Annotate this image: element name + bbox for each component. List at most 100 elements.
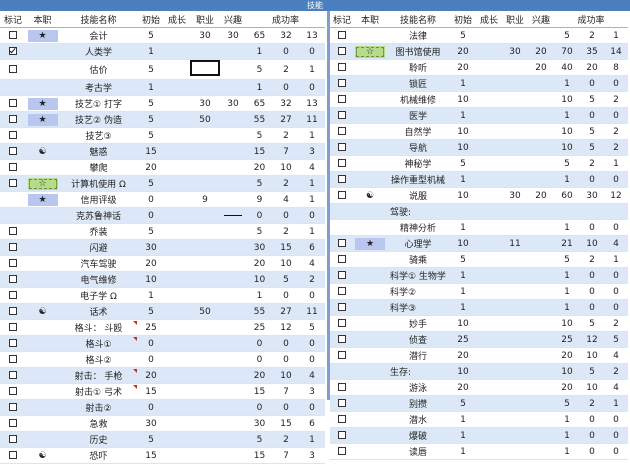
job-points[interactable]: 30: [190, 27, 220, 44]
occupation-cell[interactable]: ★: [26, 27, 59, 44]
job-points[interactable]: [502, 75, 528, 92]
occupation-cell[interactable]: [354, 315, 386, 332]
hobby-points[interactable]: [528, 91, 554, 108]
occupation-cell[interactable]: ☆: [354, 43, 386, 60]
mark-checkbox[interactable]: [338, 399, 346, 407]
hobby-points[interactable]: [220, 303, 246, 320]
occupation-marker[interactable]: ★: [27, 113, 58, 126]
hobby-points[interactable]: [220, 143, 246, 160]
growth-value[interactable]: [164, 207, 190, 224]
mark-checkbox[interactable]: [9, 47, 17, 55]
occupation-cell[interactable]: [354, 59, 386, 76]
job-points[interactable]: [502, 27, 528, 44]
job-points[interactable]: [502, 123, 528, 140]
occupation-cell[interactable]: [354, 91, 386, 108]
job-points[interactable]: [190, 431, 220, 448]
mark-checkbox[interactable]: [338, 351, 346, 359]
job-points[interactable]: [502, 427, 528, 444]
hobby-points[interactable]: [528, 267, 554, 284]
growth-value[interactable]: [164, 255, 190, 272]
growth-value[interactable]: [164, 95, 190, 112]
growth-value[interactable]: [476, 219, 502, 236]
occupation-cell[interactable]: [26, 335, 59, 352]
occupation-cell[interactable]: [354, 219, 386, 236]
occupation-cell[interactable]: [354, 107, 386, 124]
mark-checkbox[interactable]: [9, 131, 17, 139]
mark-checkbox[interactable]: [338, 255, 346, 263]
mark-checkbox[interactable]: [9, 227, 17, 235]
growth-value[interactable]: [164, 351, 190, 368]
mark-checkbox[interactable]: [9, 371, 17, 379]
growth-value[interactable]: [476, 155, 502, 172]
hobby-points[interactable]: [220, 159, 246, 176]
growth-value[interactable]: [164, 399, 190, 416]
occupation-cell[interactable]: [354, 171, 386, 188]
growth-value[interactable]: [164, 79, 190, 96]
job-points[interactable]: 9: [190, 191, 220, 208]
hobby-points[interactable]: [528, 395, 554, 412]
hobby-points[interactable]: [528, 443, 554, 460]
mark-checkbox[interactable]: [338, 383, 346, 391]
hobby-points[interactable]: [220, 43, 246, 60]
mark-checkbox[interactable]: [9, 259, 17, 267]
growth-value[interactable]: [476, 107, 502, 124]
hobby-points[interactable]: [528, 315, 554, 332]
growth-value[interactable]: [476, 395, 502, 412]
growth-value[interactable]: [164, 303, 190, 320]
growth-value[interactable]: [476, 235, 502, 252]
occupation-cell[interactable]: ★: [354, 235, 386, 252]
occupation-marker[interactable]: ★: [27, 193, 58, 206]
occupation-cell[interactable]: [26, 59, 59, 80]
occupation-cell[interactable]: [26, 399, 59, 416]
growth-value[interactable]: [164, 223, 190, 240]
growth-value[interactable]: [476, 427, 502, 444]
hobby-points[interactable]: [528, 219, 554, 236]
occupation-cell[interactable]: [26, 415, 59, 432]
mark-checkbox[interactable]: [338, 447, 346, 455]
growth-value[interactable]: [476, 443, 502, 460]
hobby-points[interactable]: [220, 319, 246, 336]
mark-checkbox[interactable]: [9, 387, 17, 395]
hobby-points[interactable]: [220, 239, 246, 256]
occupation-cell[interactable]: [354, 75, 386, 92]
job-points[interactable]: [190, 383, 220, 400]
occupation-marker[interactable]: ★: [27, 29, 58, 42]
mark-checkbox[interactable]: [9, 99, 17, 107]
hobby-points[interactable]: [528, 379, 554, 396]
hobby-points[interactable]: [220, 431, 246, 448]
occupation-cell[interactable]: [354, 27, 386, 44]
hobby-points[interactable]: [220, 79, 246, 96]
hobby-points[interactable]: [528, 283, 554, 300]
hobby-points[interactable]: [220, 447, 246, 464]
job-points[interactable]: [190, 399, 220, 416]
growth-value[interactable]: [476, 139, 502, 156]
occupation-cell[interactable]: [26, 431, 59, 448]
hobby-points[interactable]: [220, 207, 246, 224]
occupation-cell[interactable]: [26, 223, 59, 240]
occupation-cell[interactable]: ☯: [354, 187, 386, 204]
occupation-cell[interactable]: [354, 363, 386, 380]
growth-value[interactable]: [164, 447, 190, 464]
growth-value[interactable]: [164, 191, 190, 208]
occupation-marker[interactable]: ★: [355, 237, 385, 250]
job-points[interactable]: [190, 59, 220, 80]
occupation-cell[interactable]: ★: [26, 191, 59, 208]
mark-checkbox[interactable]: [338, 63, 346, 71]
job-points[interactable]: [190, 415, 220, 432]
job-points[interactable]: [190, 319, 220, 336]
mark-checkbox[interactable]: [9, 243, 17, 251]
job-points[interactable]: [502, 315, 528, 332]
job-points[interactable]: [502, 139, 528, 156]
occupation-cell[interactable]: [354, 123, 386, 140]
hobby-points[interactable]: 20: [528, 187, 554, 204]
growth-value[interactable]: [476, 171, 502, 188]
occupation-cell[interactable]: [354, 379, 386, 396]
mark-checkbox[interactable]: [338, 303, 346, 311]
growth-value[interactable]: [164, 383, 190, 400]
hobby-points[interactable]: [220, 255, 246, 272]
growth-value[interactable]: [476, 187, 502, 204]
occupation-cell[interactable]: [26, 367, 59, 384]
mark-checkbox[interactable]: [9, 435, 17, 443]
job-points[interactable]: [502, 203, 528, 220]
growth-value[interactable]: [164, 239, 190, 256]
